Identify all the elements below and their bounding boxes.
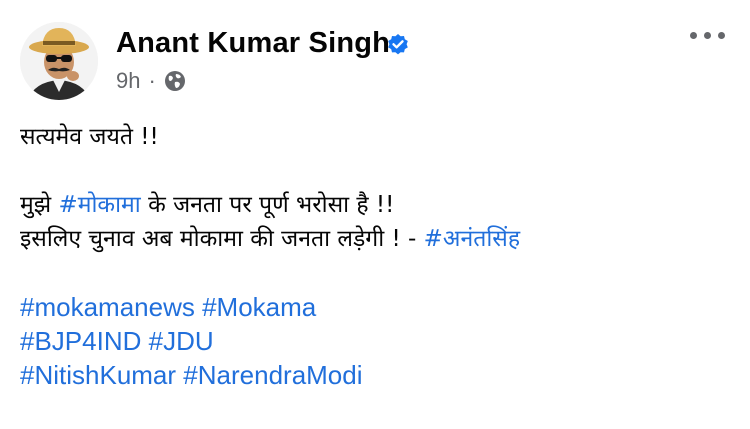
more-dot-icon [718, 32, 725, 39]
author-name[interactable]: Anant Kumar Singh [116, 27, 390, 60]
hashtag-link[interactable]: #NarendraModi [183, 360, 362, 390]
text-segment: के जनता पर पूर्ण भरोसा है !! [140, 192, 395, 218]
more-options-button[interactable] [690, 32, 725, 39]
hashtag-link[interactable]: #अनंतसिंह [424, 226, 520, 252]
hashtag-link[interactable]: #BJP4IND [20, 326, 141, 356]
post-meta: 9h · [116, 68, 186, 94]
hashtag-link[interactable]: #mokamanews [20, 292, 195, 322]
hashtag-link[interactable]: #NitishKumar [20, 360, 176, 390]
hashtag-row: #BJP4IND #JDU [20, 324, 732, 358]
hashtag-block: #mokamanews #Mokama #BJP4IND #JDU #Nitis… [20, 290, 732, 392]
verified-badge-icon [388, 34, 408, 55]
hashtag-row: #mokamanews #Mokama [20, 290, 732, 324]
post-timestamp[interactable]: 9h [116, 68, 140, 94]
more-dot-icon [704, 32, 711, 39]
hashtag-row: #NitishKumar #NarendraModi [20, 358, 732, 392]
post-line: इसलिए चुनाव अब मोकामा की जनता लड़ेगी ! -… [20, 222, 732, 256]
hashtag-link[interactable]: #JDU [149, 326, 214, 356]
globe-icon[interactable] [164, 70, 186, 92]
post-line: सत्यमेव जयते !! [20, 124, 159, 150]
hashtag-link[interactable]: #मोकामा [58, 192, 140, 218]
text-segment: इसलिए चुनाव अब मोकामा की जनता लड़ेगी ! - [20, 226, 424, 252]
post-paragraph: सत्यमेव जयते !! [20, 120, 732, 154]
post-paragraph: मुझे #मोकामा के जनता पर पूर्ण भरोसा है !… [20, 188, 732, 256]
hashtag-link[interactable]: #Mokama [202, 292, 316, 322]
profile-photo [20, 22, 98, 100]
meta-separator: · [148, 68, 156, 93]
text-segment: मुझे [20, 192, 59, 218]
post-line: मुझे #मोकामा के जनता पर पूर्ण भरोसा है !… [20, 188, 732, 222]
avatar[interactable] [20, 22, 98, 100]
post-text: सत्यमेव जयते !! मुझे #मोकामा के जनता पर … [20, 120, 732, 392]
more-dot-icon [690, 32, 697, 39]
